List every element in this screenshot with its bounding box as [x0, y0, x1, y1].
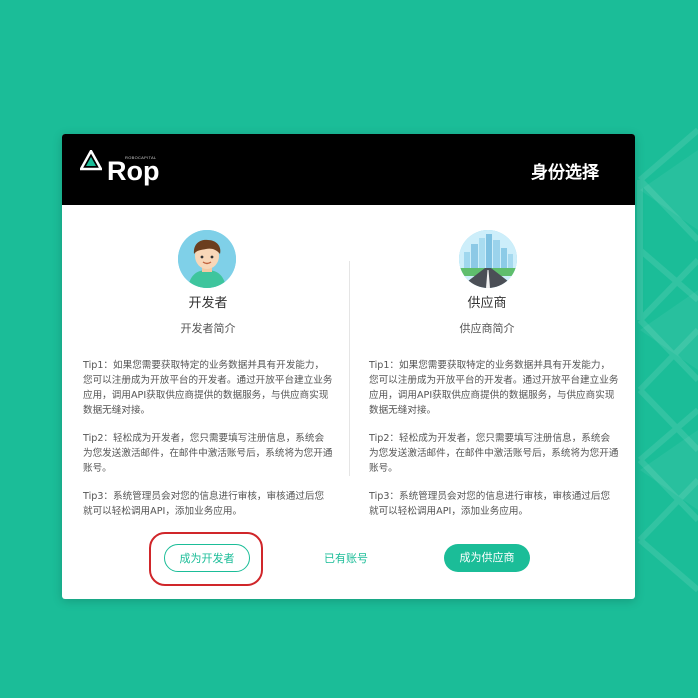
supplier-column: 供应商 供应商简介 Tip1：如果您需要获取特定的业务数据并具有开发能力，您可以…: [349, 205, 635, 599]
existing-account-link[interactable]: 已有账号: [324, 550, 368, 566]
supplier-intro: 供应商简介: [459, 322, 515, 335]
city-road-avatar-icon: [459, 230, 517, 288]
supplier-tip-3: Tip3：系统管理员会对您的信息进行审核，审核通过后您就可以轻松调用API，添加…: [369, 491, 611, 517]
supplier-tip-1: Tip1：如果您需要获取特定的业务数据并具有开发能力，您可以注册成为开放平台的开…: [369, 360, 619, 416]
developer-avatar-icon: [178, 230, 236, 288]
developer-title: 开发者: [188, 296, 228, 311]
developer-tip-2: Tip2：轻松成为开发者，您只需要填写注册信息，系统会为您发送激活邮件，在邮件中…: [83, 433, 333, 474]
card-header: ROBOCAPITAL Rop 身份选择: [62, 134, 635, 205]
supplier-tip-2: Tip2：轻松成为开发者，您只需要填写注册信息，系统会为您发送激活邮件，在邮件中…: [369, 433, 619, 474]
identity-selection-card: ROBOCAPITAL Rop 身份选择 开发者 开发者简介 Tip1：如果您需…: [62, 134, 635, 599]
become-supplier-button[interactable]: 成为供应商: [444, 544, 530, 572]
supplier-title: 供应商: [467, 296, 507, 311]
supplier-tips: Tip1：如果您需要获取特定的业务数据并具有开发能力，您可以注册成为开放平台的开…: [369, 358, 619, 532]
become-developer-button[interactable]: 成为开发者: [164, 544, 250, 572]
logo-triangle-icon: [80, 150, 102, 171]
developer-intro: 开发者简介: [180, 322, 236, 335]
developer-tip-3: Tip3：系统管理员会对您的信息进行审核，审核通过后您就可以轻松调用API，添加…: [83, 491, 325, 517]
logo-text: Rop: [107, 156, 160, 186]
brand-logo: ROBOCAPITAL Rop: [80, 150, 170, 190]
page-title: 身份选择: [531, 163, 599, 183]
developer-tips: Tip1：如果您需要获取特定的业务数据并具有开发能力，您可以注册成为开放平台的开…: [83, 358, 333, 532]
developer-tip-1: Tip1：如果您需要获取特定的业务数据并具有开发能力，您可以注册成为开放平台的开…: [83, 360, 333, 416]
